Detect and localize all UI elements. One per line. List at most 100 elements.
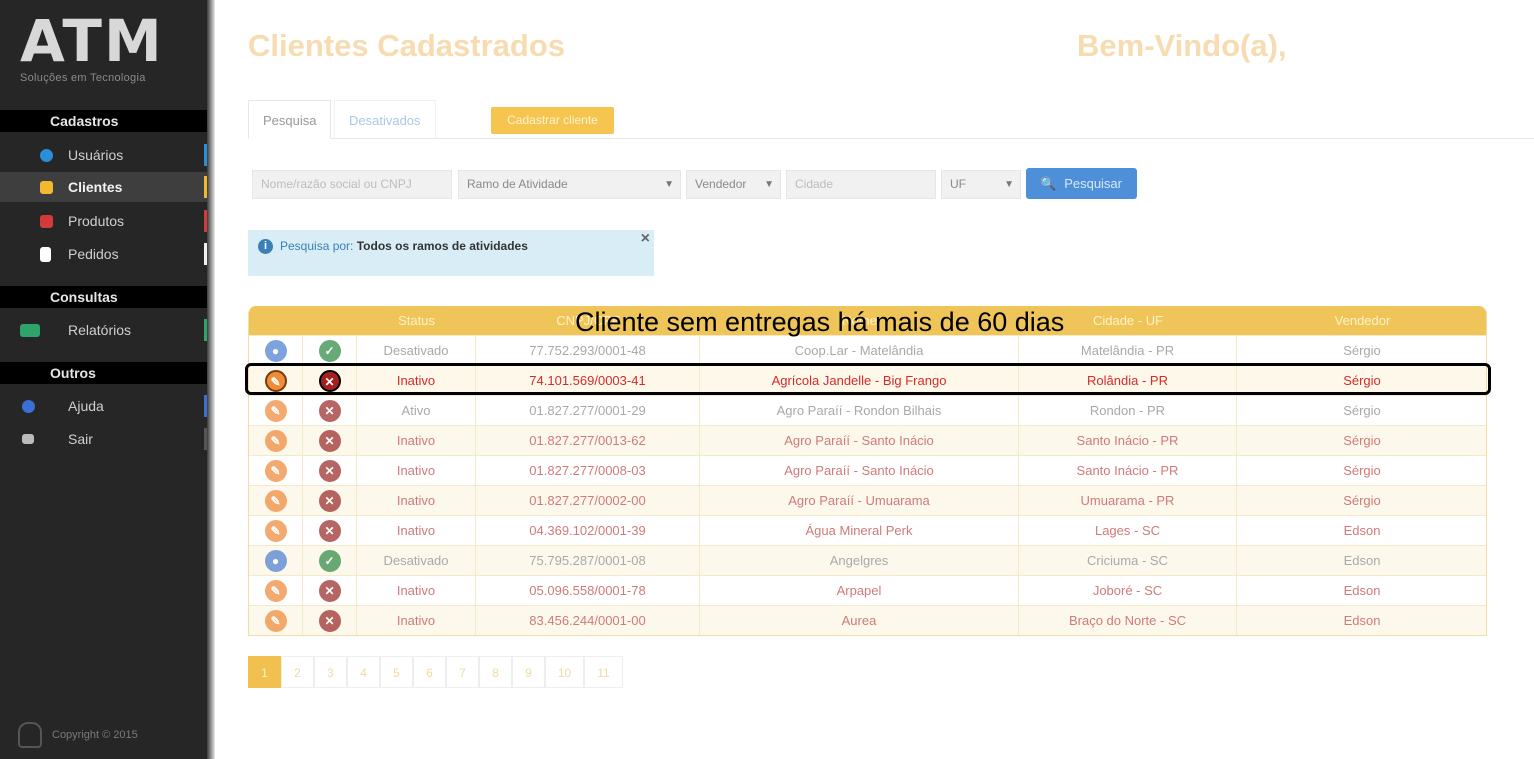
- page-9[interactable]: 9: [512, 656, 545, 688]
- page-10[interactable]: 10: [545, 656, 584, 688]
- section-cadastros: Cadastros: [0, 110, 207, 132]
- page-11[interactable]: 11: [584, 656, 623, 688]
- cell-nome: Agro Paraíí - Santo Inácio: [700, 426, 1019, 456]
- edit-icon[interactable]: ✎: [264, 580, 287, 602]
- uf-select[interactable]: UF ▼: [941, 170, 1021, 199]
- cell-cidade: Umuarama - PR: [1019, 486, 1237, 516]
- page-1[interactable]: 1: [248, 656, 281, 688]
- deactivate-icon[interactable]: ✕: [318, 520, 341, 542]
- cell-status: Ativo: [357, 396, 476, 426]
- highlighted-row-frame: [245, 363, 1491, 395]
- search-input-placeholder: Nome/razão social ou CNPJ: [261, 177, 412, 191]
- search-button-label: Pesquisar: [1064, 176, 1122, 191]
- cidade-input[interactable]: Cidade: [786, 170, 936, 199]
- sidebar-item-ajuda[interactable]: Ajuda: [0, 391, 210, 421]
- table-row: ✎ ✕ Inativo 01.827.277/0008-03 Agro Paraíí -…: [249, 455, 1486, 486]
- th-status: Status: [398, 313, 435, 328]
- cell-action-2: ✓: [303, 336, 357, 366]
- cell-cidade: Santo Inácio - PR: [1019, 456, 1237, 486]
- tabs-divider: [248, 138, 1534, 139]
- search-input[interactable]: Nome/razão social ou CNPJ: [252, 170, 452, 199]
- cell-cidade: Rondon - PR: [1019, 396, 1237, 426]
- add-client-button[interactable]: Cadastrar cliente: [491, 107, 614, 134]
- page-5[interactable]: 5: [380, 656, 413, 688]
- deactivate-icon[interactable]: ✕: [318, 400, 341, 422]
- cell-action-2: ✕: [303, 606, 357, 635]
- cell-nome: Agro Paraíí - Rondon Bilhais: [700, 396, 1019, 426]
- page-7[interactable]: 7: [446, 656, 479, 688]
- tab-pesquisa[interactable]: Pesquisa: [248, 100, 332, 139]
- page-6[interactable]: 6: [413, 656, 446, 688]
- edit-icon[interactable]: ✎: [264, 460, 287, 482]
- th-edit: [249, 306, 303, 335]
- edit-icon[interactable]: ✎: [264, 400, 287, 422]
- vendedor-select[interactable]: Vendedor ▼: [686, 170, 781, 199]
- search-button[interactable]: 🔍 Pesquisar: [1026, 168, 1137, 199]
- page-3[interactable]: 3: [314, 656, 347, 688]
- help-icon: [22, 400, 35, 413]
- deactivate-icon[interactable]: ✕: [318, 430, 341, 452]
- sidebar-item-label: Relatórios: [68, 322, 132, 338]
- document-icon: [40, 247, 51, 262]
- page-8[interactable]: 8: [479, 656, 512, 688]
- table-row: ✎ ✕ Inativo 01.827.277/0013-62 Agro Paraíí -…: [249, 425, 1486, 456]
- sidebar-item-relatorios[interactable]: Relatórios: [0, 315, 210, 345]
- sidebar: ATM Soluções em Tecnologia Cadastros Usu…: [0, 0, 210, 759]
- cell-action-2: ✕: [303, 486, 357, 516]
- deactivate-icon[interactable]: ✕: [318, 460, 341, 482]
- cidade-input-placeholder: Cidade: [795, 177, 834, 191]
- deactivate-icon[interactable]: ✕: [318, 490, 341, 512]
- cell-vendedor: Sérgio: [1237, 426, 1486, 456]
- ramo-select[interactable]: Ramo de Atividade ▼: [458, 170, 681, 199]
- sidebar-item-pedidos[interactable]: Pedidos: [0, 239, 210, 269]
- section-outros: Outros: [0, 362, 207, 384]
- search-info-alert: i Pesquisa por: Todos os ramos de ativid…: [248, 230, 654, 276]
- cell-nome: Coop.Lar - Matelândia: [700, 336, 1019, 366]
- cell-cidade: Lages - SC: [1019, 516, 1237, 546]
- cell-vendedor: Edson: [1237, 606, 1486, 635]
- sidebar-item-usuarios[interactable]: Usuários: [0, 140, 210, 170]
- cell-cidade: Santo Inácio - PR: [1019, 426, 1237, 456]
- cell-nome: Agro Paraíí - Umuarama: [700, 486, 1019, 516]
- edit-icon[interactable]: ✎: [264, 430, 287, 452]
- cell-action-1: ✎: [249, 396, 303, 426]
- table-row: ✎ ✕ Inativo 83.456.244/0001-00 Aurea Braço do…: [249, 605, 1486, 635]
- cell-cnpj: 77.752.293/0001-48: [476, 336, 700, 366]
- cell-cidade: Joboré - SC: [1019, 576, 1237, 606]
- ramo-select-value: Ramo de Atividade: [467, 177, 568, 191]
- cell-action-1: ✎: [249, 606, 303, 635]
- cell-vendedor: Sérgio: [1237, 396, 1486, 426]
- activate-icon[interactable]: ✓: [318, 340, 341, 362]
- tab-desativados[interactable]: Desativados: [334, 100, 436, 139]
- sidebar-item-sair[interactable]: Sair: [0, 424, 210, 454]
- sidebar-item-produtos[interactable]: Produtos: [0, 206, 210, 236]
- cell-nome: Água Mineral Perk: [700, 516, 1019, 546]
- table-row: ✎ ✕ Inativo 01.827.277/0002-00 Agro Paraíí -…: [249, 485, 1486, 516]
- view-icon[interactable]: ●: [264, 550, 287, 572]
- activate-icon[interactable]: ✓: [318, 550, 341, 572]
- edit-icon[interactable]: ✎: [264, 610, 287, 632]
- cell-action-1: ✎: [249, 576, 303, 606]
- cell-status: Desativado: [357, 546, 476, 576]
- cell-status: Desativado: [357, 336, 476, 366]
- page-4[interactable]: 4: [347, 656, 380, 688]
- cell-vendedor: Edson: [1237, 516, 1486, 546]
- copyright-text: Copyright © 2015: [52, 728, 138, 741]
- cell-nome: Arpapel: [700, 576, 1019, 606]
- cell-cnpj: 83.456.244/0001-00: [476, 606, 700, 635]
- close-icon[interactable]: ×: [641, 230, 650, 248]
- cell-status: Inativo: [357, 456, 476, 486]
- sidebar-item-clientes[interactable]: Clientes: [0, 172, 210, 202]
- cell-action-2: ✓: [303, 546, 357, 576]
- table-row: ✎ ✕ Inativo 04.369.102/0001-39 Água Mineral …: [249, 515, 1486, 546]
- deactivate-icon[interactable]: ✕: [318, 610, 341, 632]
- page-2[interactable]: 2: [281, 656, 314, 688]
- chart-icon: [20, 324, 40, 337]
- cell-vendedor: Sérgio: [1237, 456, 1486, 486]
- cell-cnpj: 01.827.277/0002-00: [476, 486, 700, 516]
- edit-icon[interactable]: ✎: [264, 520, 287, 542]
- edit-icon[interactable]: ✎: [264, 490, 287, 512]
- deactivate-icon[interactable]: ✕: [318, 580, 341, 602]
- cell-vendedor: Sérgio: [1237, 486, 1486, 516]
- view-icon[interactable]: ●: [264, 340, 287, 362]
